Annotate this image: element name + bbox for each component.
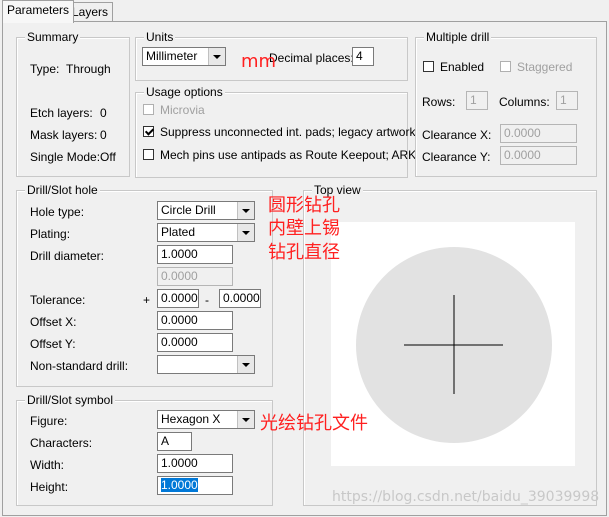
watermark-text: https://blog.csdn.net/baidu_39039998 xyxy=(332,489,600,505)
plating-dropdown[interactable]: Plated xyxy=(157,223,255,242)
non-standard-drill-dropdown[interactable] xyxy=(157,355,255,374)
height-label: Height: xyxy=(30,480,69,494)
mask-layers-label: Mask layers: xyxy=(30,128,98,142)
units-title: Units xyxy=(144,30,176,44)
mech-pins-label: Mech pins use antipads as Route Keepout;… xyxy=(160,148,417,162)
characters-input[interactable]: A xyxy=(157,432,192,451)
chevron-down-icon[interactable] xyxy=(237,224,254,241)
offset-x-input[interactable]: 0.0000 xyxy=(157,311,233,330)
figure-label: Figure: xyxy=(30,414,68,428)
type-label: Type: xyxy=(30,62,60,76)
staggered-label: Staggered xyxy=(517,60,573,74)
height-input[interactable]: 1.0000 xyxy=(157,476,233,495)
chevron-down-icon[interactable] xyxy=(237,411,254,428)
chevron-down-icon[interactable] xyxy=(208,48,225,65)
tolerance-plus-input[interactable]: 0.0000 xyxy=(157,289,199,308)
figure-dropdown[interactable]: Hexagon X xyxy=(157,410,255,429)
etch-layers-value: 0 xyxy=(100,106,107,120)
microvia-label: Microvia xyxy=(160,103,205,117)
suppress-unconnected-checkbox[interactable] xyxy=(143,126,154,137)
offset-y-input[interactable]: 0.0000 xyxy=(157,333,233,352)
drill-diameter-label: Drill diameter: xyxy=(30,249,105,263)
offset-x-label: Offset X: xyxy=(30,315,77,329)
microvia-checkbox[interactable] xyxy=(143,104,154,115)
clearance-y-input[interactable]: 0.0000 xyxy=(500,146,577,165)
width-label: Width: xyxy=(30,458,65,472)
etch-layers-label: Etch layers: xyxy=(30,106,93,120)
columns-label: Columns: xyxy=(499,95,550,109)
tolerance-minus-sign: - xyxy=(205,293,209,307)
enabled-label: Enabled xyxy=(440,60,485,74)
hole-type-dropdown[interactable]: Circle Drill xyxy=(157,201,255,220)
clearance-x-input[interactable]: 0.0000 xyxy=(500,124,577,143)
characters-label: Characters: xyxy=(30,436,93,450)
width-input[interactable]: 1.0000 xyxy=(157,454,233,473)
plating-value: Plated xyxy=(161,225,196,239)
annotation-figure: 光绘钻孔文件 xyxy=(260,413,368,434)
tolerance-label: Tolerance: xyxy=(30,293,86,307)
chevron-down-icon[interactable] xyxy=(237,356,254,373)
height-input-selected-text: 1.0000 xyxy=(161,478,198,492)
units-dropdown-value: Millimeter xyxy=(146,49,198,63)
drill-slot-hole-title: Drill/Slot hole xyxy=(25,183,100,197)
non-standard-drill-label: Non-standard drill: xyxy=(30,359,129,373)
multiple-drill-title: Multiple drill xyxy=(424,30,492,44)
tab-bar: Parameters Layers xyxy=(0,0,609,23)
annotation-plated: 内壁上锡 xyxy=(268,218,340,239)
tolerance-plus-sign: + xyxy=(143,293,151,307)
type-value: Through xyxy=(66,62,111,76)
single-mode-value: Off xyxy=(100,150,116,164)
clearance-x-label: Clearance X: xyxy=(422,128,492,142)
hole-type-label: Hole type: xyxy=(30,205,85,219)
figure-value: Hexagon X xyxy=(161,412,221,426)
units-dropdown[interactable]: Millimeter xyxy=(142,47,226,66)
columns-input[interactable]: 1 xyxy=(556,91,578,110)
plating-label: Plating: xyxy=(30,227,71,241)
enabled-checkbox[interactable] xyxy=(423,61,434,72)
drill-diameter-input[interactable]: 1.0000 xyxy=(157,245,233,264)
single-mode-label: Single Mode: xyxy=(30,150,101,164)
offset-y-label: Offset Y: xyxy=(30,337,76,351)
tolerance-minus-input[interactable]: 0.0000 xyxy=(219,289,261,308)
staggered-checkbox[interactable] xyxy=(500,61,511,72)
decimal-places-input[interactable]: 4 xyxy=(352,47,374,66)
tab-parameters[interactable]: Parameters xyxy=(2,0,75,23)
chevron-down-icon[interactable] xyxy=(237,202,254,219)
drill-diameter-secondary-input[interactable]: 0.0000 xyxy=(157,267,233,286)
decimal-places-label: Decimal places: xyxy=(269,51,354,65)
annotation-diameter: 钻孔直径 xyxy=(268,242,340,263)
drill-slot-symbol-title: Drill/Slot symbol xyxy=(25,393,116,407)
usage-options-title: Usage options xyxy=(144,85,225,99)
summary-title: Summary xyxy=(25,30,81,44)
clearance-y-label: Clearance Y: xyxy=(422,150,491,164)
mech-pins-checkbox[interactable] xyxy=(143,149,154,160)
annotation-hole: 圆形钻孔 xyxy=(268,195,340,216)
rows-label: Rows: xyxy=(422,95,456,109)
annotation-mm: mm xyxy=(241,51,277,72)
rows-input[interactable]: 1 xyxy=(466,91,488,110)
hole-type-value: Circle Drill xyxy=(161,203,216,217)
mask-layers-value: 0 xyxy=(100,128,107,142)
suppress-unconnected-label: Suppress unconnected int. pads; legacy a… xyxy=(160,125,416,139)
